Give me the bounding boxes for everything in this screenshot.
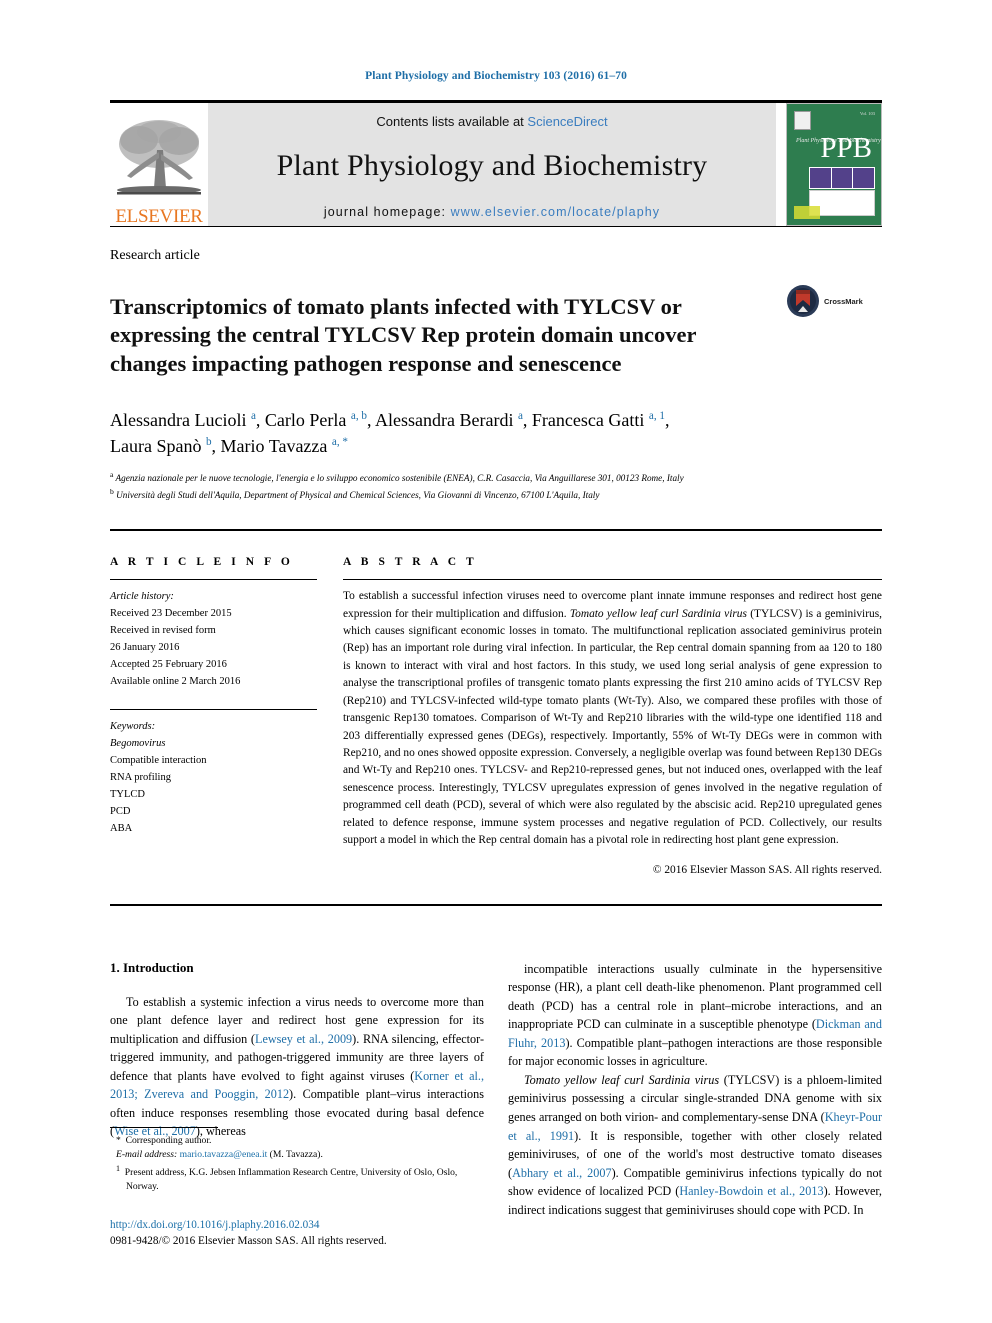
affiliation-b: b Università degli Studi dell'Aquila, De… <box>110 487 600 501</box>
cover-photo-strip <box>809 167 875 189</box>
journal-title: Plant Physiology and Biochemistry <box>276 149 708 182</box>
keywords-rule <box>110 709 317 711</box>
footnote-block: * Corresponding author. E-mail address: … <box>110 1127 482 1195</box>
keyword-item: Compatible interaction <box>110 755 207 767</box>
body-column-right: incompatible interactions usually culmin… <box>508 960 882 1220</box>
contents-available-line: Contents lists available at ScienceDirec… <box>376 114 607 129</box>
cover-artwork: Vol. 103 Plant Physiology and Biochemist… <box>787 104 881 225</box>
abstract-copyright: © 2016 Elsevier Masson SAS. All rights r… <box>652 863 882 876</box>
journal-band: Contents lists available at ScienceDirec… <box>208 103 776 226</box>
article-history-label: Article history: <box>110 591 174 603</box>
abstract-rule <box>343 579 882 581</box>
footnote-email[interactable]: E-mail address: mario.tavazza@enea.it (M… <box>110 1148 482 1162</box>
abstract-heading: A B S T R A C T <box>343 556 478 569</box>
author-line-1: Alessandra Lucioli a, Carlo Perla a, b, … <box>110 410 670 431</box>
history-item: 26 January 2016 <box>110 642 180 654</box>
masthead-bottom-rule <box>110 226 882 227</box>
intro-paragraph-right-1: incompatible interactions usually culmin… <box>508 961 883 1069</box>
doi-link[interactable]: http://dx.doi.org/10.1016/j.plaphy.2016.… <box>110 1217 530 1233</box>
contents-prefix: Contents lists available at <box>376 114 528 129</box>
title-row: Transcriptomics of tomato plants infecte… <box>110 278 882 393</box>
article-info-heading: A R T I C L E I N F O <box>110 556 294 569</box>
footnote-corresponding-author: * Corresponding author. <box>116 1135 212 1146</box>
sciencedirect-link[interactable]: ScienceDirect <box>527 114 607 129</box>
keyword-item: RNA profiling <box>110 772 171 784</box>
keyword-item: Begomovirus <box>110 738 166 750</box>
keyword-item: ABA <box>110 823 133 835</box>
intro-paragraph-right-2: Tomato yellow leaf curl Sardinia virus (… <box>508 1072 882 1217</box>
cover-issue-text: Vol. 103 <box>859 111 875 116</box>
footnote-present-address: 1 Present address, K.G. Jebsen Inflammat… <box>116 1163 458 1193</box>
history-item: Available online 2 March 2016 <box>110 676 241 688</box>
footnote-rule <box>110 1127 218 1128</box>
cover-elsevier-mark-icon <box>794 111 811 130</box>
history-item: Received in revised form <box>110 625 216 637</box>
keywords-label: Keywords: <box>110 721 156 733</box>
info-abstract-block: A R T I C L E I N F O Article history: R… <box>110 529 882 876</box>
page-title: Transcriptomics of tomato plants infecte… <box>110 294 697 376</box>
keywords-block: Keywords: Begomovirus Compatible interac… <box>110 718 317 837</box>
cover-ppb-wordmark: PPB <box>820 132 872 164</box>
article-info-column: A R T I C L E I N F O Article history: R… <box>110 556 343 876</box>
keyword-item: PCD <box>110 806 131 818</box>
affiliation-a: a Agenzia nazionale per le nuove tecnolo… <box>110 470 684 484</box>
elsevier-tree-icon <box>117 120 201 195</box>
elsevier-wordmark: ELSEVIER <box>115 206 203 227</box>
crossmark-badge[interactable]: CrossMark <box>786 278 882 318</box>
journal-cover-image: Vol. 103 Plant Physiology and Biochemist… <box>786 103 882 226</box>
author-line-2: Laura Spanò b, Mario Tavazza a, * <box>110 436 349 457</box>
issn-copyright-line: 0981-9428/© 2016 Elsevier Masson SAS. Al… <box>110 1235 387 1248</box>
keyword-item: TYLCD <box>110 789 145 801</box>
abstract-text: To establish a successful infection viru… <box>343 590 882 847</box>
article-page: Plant Physiology and Biochemistry 103 (2… <box>0 0 992 1323</box>
doi-block: http://dx.doi.org/10.1016/j.plaphy.2016.… <box>110 1217 530 1249</box>
body-top-rule <box>110 903 882 906</box>
journal-homepage-line: journal homepage: www.elsevier.com/locat… <box>324 205 660 219</box>
abstract-column: A B S T R A C T To establish a successfu… <box>343 556 882 876</box>
history-item: Received 23 December 2015 <box>110 608 232 620</box>
homepage-prefix: journal homepage: <box>323 205 451 219</box>
introduction-heading: 1. Introduction <box>110 959 194 975</box>
affiliation-list: a Agenzia nazionale per le nuove tecnolo… <box>110 469 882 503</box>
crossmark-label: CrossMark <box>824 296 863 306</box>
journal-homepage-link[interactable]: www.elsevier.com/locate/plaphy <box>451 205 660 219</box>
page-content: Plant Physiology and Biochemistry 103 (2… <box>110 0 882 1219</box>
crossmark-icon <box>787 285 819 317</box>
article-history: Article history: Received 23 December 20… <box>110 588 317 690</box>
article-type-label: Research article <box>110 248 200 263</box>
journal-masthead: ELSEVIER Contents lists available at Sci… <box>110 103 882 226</box>
running-head: Plant Physiology and Biochemistry 103 (2… <box>365 70 627 82</box>
cover-society-badge-icon <box>794 206 820 219</box>
intro-paragraph-left: To establish a systemic infection a viru… <box>110 994 484 1139</box>
author-list: Alessandra Lucioli a, Carlo Perla a, b, … <box>110 407 882 459</box>
elsevier-logo: ELSEVIER <box>110 103 208 226</box>
article-info-rule <box>110 579 317 581</box>
history-item: Accepted 25 February 2016 <box>110 659 227 671</box>
